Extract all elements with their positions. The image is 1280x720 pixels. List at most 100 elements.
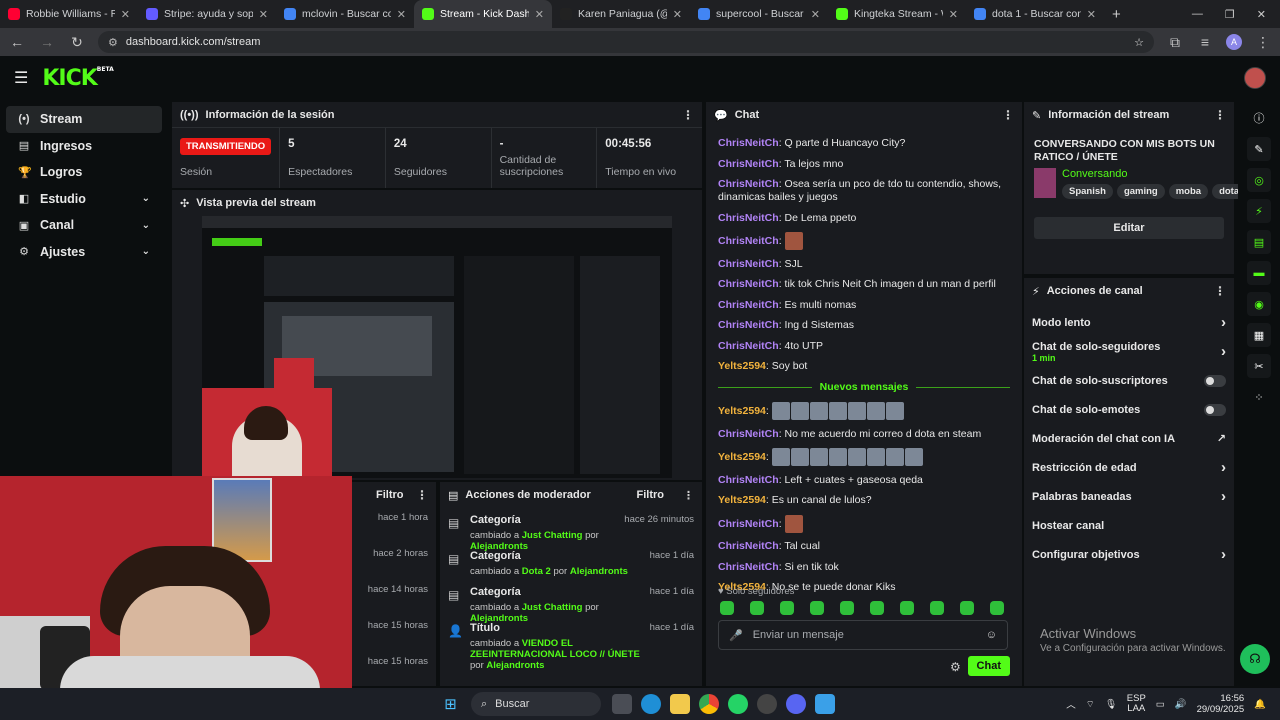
tab-close-icon[interactable]: ✕ bbox=[259, 8, 268, 21]
apps-icon[interactable]: ⁘ bbox=[1247, 385, 1271, 409]
chat-settings-icon[interactable]: ⚙ bbox=[950, 660, 961, 674]
chat-username[interactable]: ChrisNeitCh bbox=[718, 561, 779, 573]
channel-action-chat-de-solo-suscriptores[interactable]: Chat de solo-suscriptores bbox=[1024, 366, 1234, 395]
quick-emote-icon[interactable] bbox=[810, 601, 824, 615]
browser-tab[interactable]: supercool - Buscar con G ✕ bbox=[690, 0, 828, 28]
quick-emote-icon[interactable] bbox=[780, 601, 794, 615]
tab-close-icon[interactable]: ✕ bbox=[535, 8, 544, 21]
channel-action-hostear-canal[interactable]: Hostear canal bbox=[1024, 511, 1234, 540]
microphone-icon[interactable]: 🎤 bbox=[729, 629, 743, 642]
chat-username[interactable]: ChrisNeitCh bbox=[718, 278, 779, 290]
chat-username[interactable]: Yelts2594 bbox=[718, 405, 766, 417]
quick-emote-icon[interactable] bbox=[750, 601, 764, 615]
mod-action-user[interactable]: Alejandronts bbox=[486, 660, 544, 671]
tab-close-icon[interactable]: ✕ bbox=[121, 8, 130, 21]
taskbar-search[interactable]: ⌕ Buscar bbox=[471, 692, 601, 716]
browser-tab[interactable]: Karen Paniagua (@kareng ✕ bbox=[552, 0, 690, 28]
hamburger-menu-icon[interactable]: ☰ bbox=[14, 68, 28, 88]
activity-filter-button[interactable]: Filtro bbox=[376, 489, 404, 501]
stream-tag[interactable]: moba bbox=[1168, 184, 1209, 199]
chat-username[interactable]: ChrisNeitCh bbox=[718, 178, 779, 190]
browser-tab[interactable]: Stream - Kick Dashboard ✕ bbox=[414, 0, 552, 28]
back-icon[interactable]: ← bbox=[8, 34, 26, 50]
forward-icon[interactable]: → bbox=[38, 34, 56, 50]
mod-more-icon[interactable]: ⋮ bbox=[683, 489, 694, 502]
browser-tab[interactable]: mclovin - Buscar con Goo ✕ bbox=[276, 0, 414, 28]
chat-username[interactable]: Yelts2594 bbox=[718, 360, 766, 372]
chat-more-icon[interactable]: ⋮ bbox=[1002, 108, 1014, 122]
sidebar-item-ingresos[interactable]: ▤ Ingresos bbox=[6, 133, 162, 160]
browser-tab[interactable]: dota 1 - Buscar con Goog ✕ bbox=[966, 0, 1104, 28]
channel-action-chat-de-solo-emotes[interactable]: Chat de solo-emotes bbox=[1024, 395, 1234, 424]
quick-emote-icon[interactable] bbox=[990, 601, 1004, 615]
quick-emote-icon[interactable] bbox=[870, 601, 884, 615]
session-more-icon[interactable]: ⋮ bbox=[682, 108, 694, 122]
stream-tag[interactable]: Spanish bbox=[1062, 184, 1113, 199]
chat-username[interactable]: ChrisNeitCh bbox=[718, 474, 779, 486]
activity-more-icon[interactable]: ⋮ bbox=[416, 488, 428, 502]
browser-tab[interactable]: Kingteka Stream - Watch ✕ bbox=[828, 0, 966, 28]
reload-icon[interactable]: ↻ bbox=[68, 34, 86, 51]
file-explorer-icon[interactable] bbox=[669, 694, 690, 714]
browser-menu-icon[interactable]: ⋮ bbox=[1254, 34, 1272, 51]
chat-username[interactable]: ChrisNeitCh bbox=[718, 258, 779, 270]
capture-icon[interactable]: ◎ bbox=[1247, 168, 1271, 192]
support-headset-icon[interactable]: ☊ bbox=[1240, 644, 1270, 674]
edge-icon[interactable] bbox=[640, 694, 661, 714]
tab-close-icon[interactable]: ✕ bbox=[397, 8, 406, 21]
chat-username[interactable]: ChrisNeitCh bbox=[718, 137, 779, 149]
display-icon[interactable]: ▭ bbox=[1156, 699, 1165, 710]
whatsapp-icon[interactable] bbox=[727, 694, 748, 714]
network-icon[interactable]: ⌔ bbox=[1086, 699, 1095, 710]
quick-emote-icon[interactable] bbox=[720, 601, 734, 615]
channel-action-configurar-objetivos[interactable]: Configurar objetivos › bbox=[1024, 540, 1234, 569]
sidebar-item-estudio[interactable]: ◧ Estudio ⌄ bbox=[6, 186, 162, 213]
chat-username[interactable]: ChrisNeitCh bbox=[718, 299, 779, 311]
media-icon[interactable]: ≡ bbox=[1196, 34, 1214, 50]
chat-username[interactable]: ChrisNeitCh bbox=[718, 540, 779, 552]
clock[interactable]: 16:56 29/09/2025 bbox=[1197, 693, 1245, 715]
mod-action-user[interactable]: Alejandronts bbox=[570, 566, 628, 577]
language-indicator[interactable]: ESP LAA bbox=[1127, 694, 1146, 714]
channel-action-chat-de-solo-seguidores[interactable]: Chat de solo-seguidores 1 min › bbox=[1024, 337, 1234, 366]
channel-action-modo-lento[interactable]: Modo lento › bbox=[1024, 308, 1234, 337]
tray-chevron-icon[interactable]: ︿ bbox=[1066, 697, 1076, 711]
chat-username[interactable]: ChrisNeitCh bbox=[718, 340, 779, 352]
sidebar-item-ajustes[interactable]: ⚙ Ajustes ⌄ bbox=[6, 239, 162, 266]
notepad-icon[interactable] bbox=[814, 694, 835, 714]
channel-action-restricci-n-de-edad[interactable]: Restricción de edad › bbox=[1024, 453, 1234, 482]
sidebar-item-canal[interactable]: ▣ Canal ⌄ bbox=[6, 212, 162, 239]
stream-preview-video[interactable] bbox=[202, 216, 672, 478]
obs-icon[interactable] bbox=[756, 694, 777, 714]
channel-action-moderaci-n-del-chat-con-ia[interactable]: Moderación del chat con IA ↗ bbox=[1024, 424, 1234, 453]
tab-close-icon[interactable]: ✕ bbox=[949, 8, 958, 21]
browser-tab[interactable]: Robbie Williams - Rock D ✕ bbox=[0, 0, 138, 28]
microphone-tray-icon[interactable]: 🎙 bbox=[1105, 699, 1117, 710]
stream-tag[interactable]: gaming bbox=[1116, 184, 1165, 199]
quick-emote-icon[interactable] bbox=[900, 601, 914, 615]
info-icon[interactable]: ⓘ bbox=[1247, 106, 1271, 130]
site-info-icon[interactable]: ⚙ bbox=[108, 36, 118, 49]
sidebar-item-stream[interactable]: (•) Stream bbox=[6, 106, 162, 133]
maximize-icon[interactable]: ❐ bbox=[1225, 8, 1235, 21]
new-tab-icon[interactable]: + bbox=[1112, 6, 1121, 23]
emoji-icon[interactable]: ☺ bbox=[986, 629, 997, 641]
close-window-icon[interactable]: ✕ bbox=[1257, 8, 1266, 21]
chat-bubble-icon[interactable]: ▬ bbox=[1247, 261, 1271, 285]
tab-close-icon[interactable]: ✕ bbox=[811, 8, 820, 21]
bookmark-star-icon[interactable]: ☆ bbox=[1134, 36, 1144, 49]
chat-username[interactable]: ChrisNeitCh bbox=[718, 158, 779, 170]
address-bar[interactable]: ⚙ dashboard.kick.com/stream ☆ bbox=[98, 31, 1154, 53]
edit-icon[interactable]: ✎ bbox=[1247, 137, 1271, 161]
chat-username[interactable]: ChrisNeitCh bbox=[718, 212, 779, 224]
channel-actions-more-icon[interactable]: ⋮ bbox=[1214, 284, 1226, 298]
extensions-icon[interactable]: ⧉ bbox=[1166, 34, 1184, 51]
chat-username[interactable]: ChrisNeitCh bbox=[718, 319, 779, 331]
quick-emote-icon[interactable] bbox=[960, 601, 974, 615]
toggle-switch[interactable] bbox=[1204, 374, 1226, 387]
layout-icon[interactable]: ▦ bbox=[1247, 323, 1271, 347]
channel-action-palabras-baneadas[interactable]: Palabras baneadas › bbox=[1024, 482, 1234, 511]
chat-username[interactable]: Yelts2594 bbox=[718, 451, 766, 463]
toggle-switch[interactable] bbox=[1204, 403, 1226, 416]
windows-start-icon[interactable]: ⊞ bbox=[441, 694, 461, 714]
